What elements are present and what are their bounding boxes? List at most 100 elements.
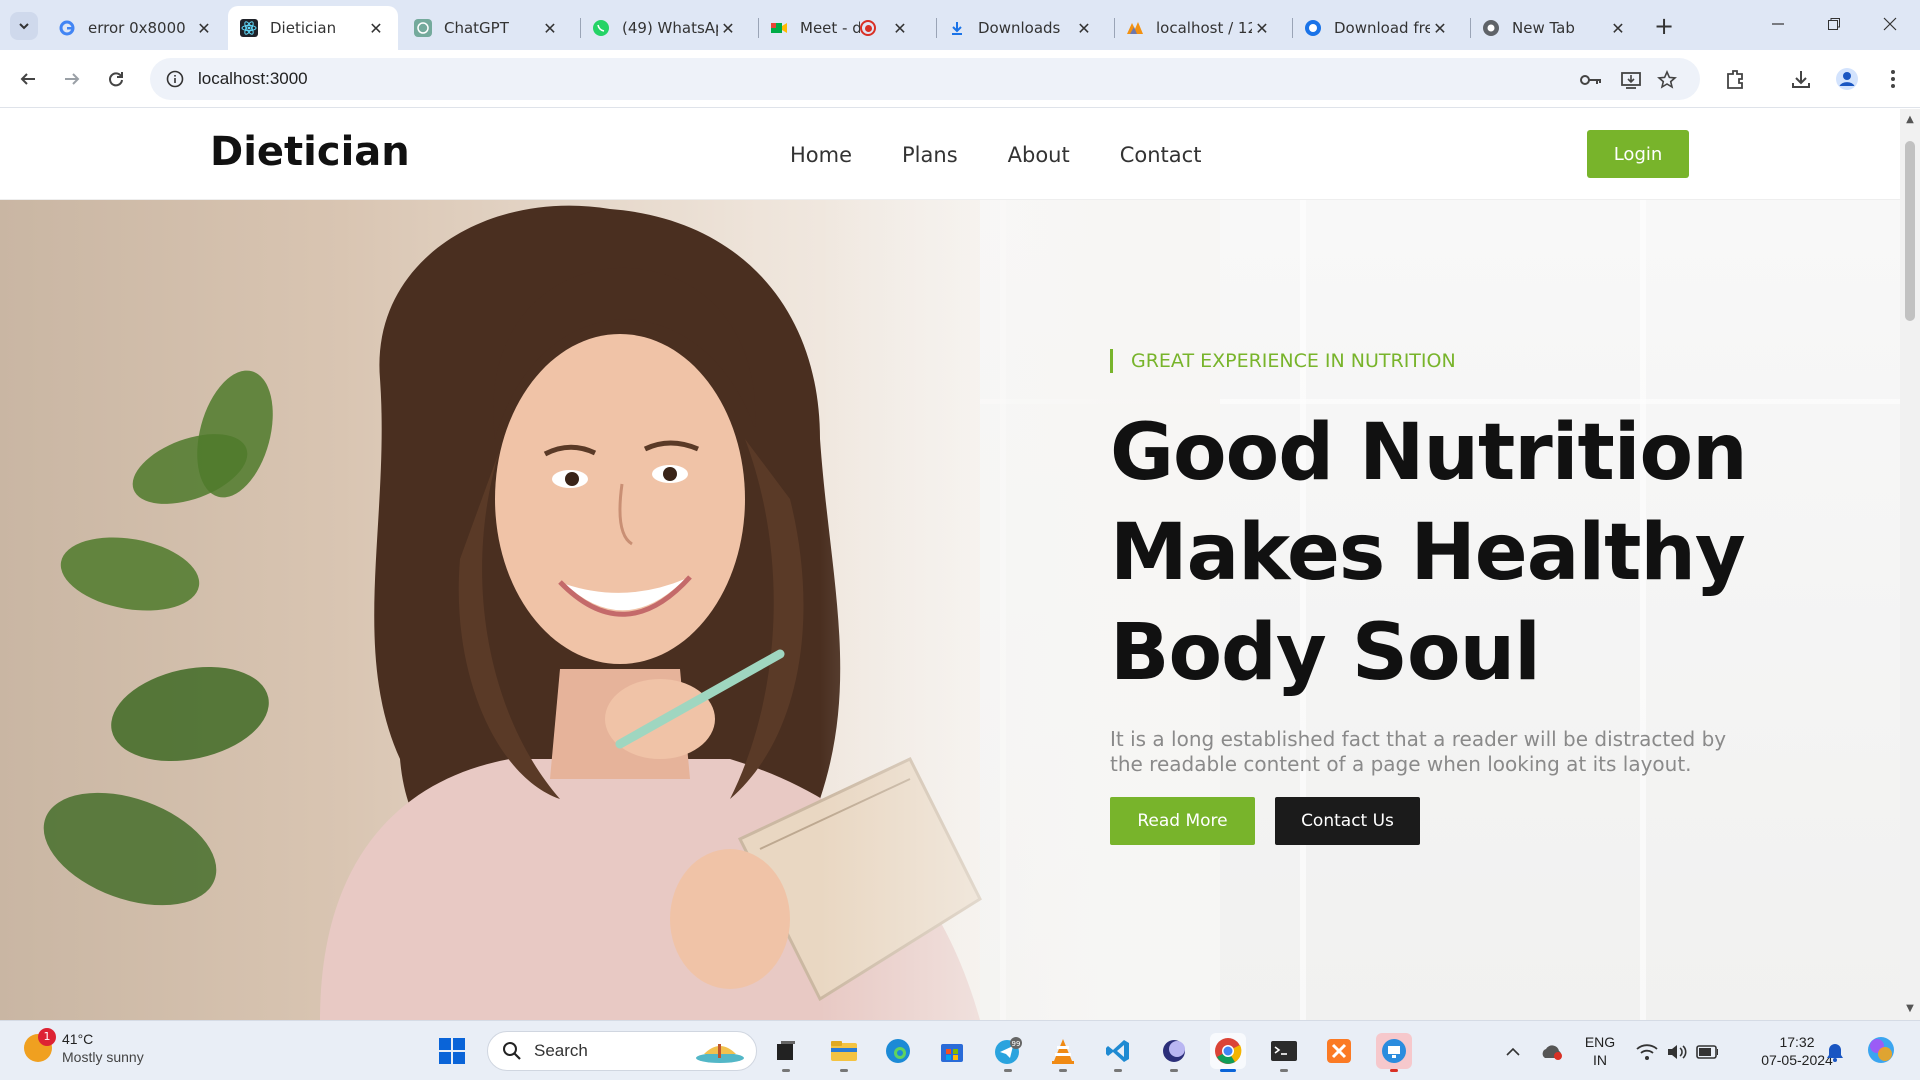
close-icon[interactable]: ✕ xyxy=(1074,18,1094,38)
terminal-app[interactable] xyxy=(1266,1033,1302,1072)
wifi-icon[interactable] xyxy=(1636,1041,1658,1063)
new-tab-button[interactable]: + xyxy=(1650,12,1678,40)
eclipse-app[interactable] xyxy=(1156,1033,1192,1072)
back-button[interactable] xyxy=(12,63,44,95)
download-icon xyxy=(948,19,966,37)
plus-icon: + xyxy=(1653,12,1675,40)
tab-separator xyxy=(1114,18,1115,38)
headline-line: Makes Healthy xyxy=(1110,508,1746,598)
tab-phpmyadmin[interactable]: localhost / 12 ✕ xyxy=(1114,6,1284,50)
google-icon xyxy=(58,19,76,37)
close-icon[interactable]: ✕ xyxy=(1252,18,1272,38)
start-button[interactable] xyxy=(434,1033,470,1069)
volume-icon[interactable] xyxy=(1666,1041,1688,1063)
edge-browser-icon xyxy=(886,1039,910,1063)
sun-weather-icon: 1 xyxy=(24,1028,56,1062)
file-explorer-app[interactable] xyxy=(826,1033,862,1072)
telegram-app[interactable]: 99 xyxy=(990,1033,1026,1072)
store-app[interactable] xyxy=(934,1033,970,1069)
site-header: Dietician Home Plans About Contact Login xyxy=(0,109,1900,199)
more-menu-icon[interactable] xyxy=(1880,66,1906,92)
close-icon[interactable]: ✕ xyxy=(540,18,560,38)
close-icon[interactable]: ✕ xyxy=(1430,18,1450,38)
browser-toolbar: localhost:3000 xyxy=(0,50,1920,108)
close-icon[interactable]: ✕ xyxy=(718,18,738,38)
copilot-icon[interactable] xyxy=(1866,1035,1896,1065)
language-indicator[interactable]: ENG IN xyxy=(1582,1033,1618,1069)
chatgpt-icon xyxy=(414,19,432,37)
search-icon xyxy=(503,1042,521,1060)
site-logo[interactable]: Dietician xyxy=(210,129,410,175)
onedrive-icon[interactable] xyxy=(1540,1041,1562,1063)
profile-avatar-icon[interactable] xyxy=(1834,66,1860,92)
plant-leaf xyxy=(54,527,206,621)
close-icon[interactable]: ✕ xyxy=(366,18,386,38)
recording-icon xyxy=(860,20,876,36)
close-icon[interactable]: ✕ xyxy=(890,18,910,38)
running-indicator xyxy=(1004,1069,1012,1072)
page-scrollbar[interactable]: ▲ ▼ xyxy=(1900,109,1920,1020)
edge-app[interactable] xyxy=(880,1033,916,1069)
notification-bell-icon[interactable] xyxy=(1824,1041,1846,1063)
tab-whatsapp[interactable]: (49) WhatsAp ✕ xyxy=(580,6,750,50)
telegram-badge: 99 xyxy=(1012,1040,1021,1048)
password-key-icon[interactable] xyxy=(1580,69,1602,91)
headline-line: Good Nutrition xyxy=(1110,408,1748,498)
xampp-app[interactable] xyxy=(1321,1033,1357,1069)
vlc-app[interactable] xyxy=(1045,1033,1081,1072)
nav-plans[interactable]: Plans xyxy=(902,143,958,167)
whatsapp-icon xyxy=(592,19,610,37)
scrollbar-thumb[interactable] xyxy=(1905,141,1915,321)
screen-share-icon xyxy=(1382,1039,1406,1063)
remote-app[interactable] xyxy=(1376,1033,1412,1072)
battery-icon[interactable] xyxy=(1696,1041,1718,1063)
extensions-icon[interactable] xyxy=(1722,66,1748,92)
scroll-down-arrow-icon[interactable]: ▼ xyxy=(1905,1004,1915,1014)
minimize-icon xyxy=(1772,23,1784,25)
nav-home[interactable]: Home xyxy=(790,143,852,167)
read-more-button[interactable]: Read More xyxy=(1110,797,1255,845)
tab-chatgpt[interactable]: ChatGPT ✕ xyxy=(402,6,572,50)
close-window-button[interactable] xyxy=(1870,8,1910,40)
taskbar-search[interactable]: Search xyxy=(487,1031,757,1071)
chrome-app[interactable] xyxy=(1210,1033,1246,1072)
tab-error[interactable]: error 0x8000 ✕ xyxy=(46,6,226,50)
tab-search-button[interactable] xyxy=(10,12,38,40)
close-icon[interactable]: ✕ xyxy=(194,18,214,38)
vlc-cone-icon xyxy=(1052,1039,1074,1064)
tab-new-tab[interactable]: New Tab ✕ xyxy=(1470,6,1640,50)
restore-button[interactable] xyxy=(1814,8,1854,40)
minimize-button[interactable] xyxy=(1758,8,1798,40)
plant-leaf xyxy=(102,653,278,775)
login-button[interactable]: Login xyxy=(1587,130,1689,178)
forward-button[interactable] xyxy=(56,63,88,95)
tab-download-free[interactable]: Download fre ✕ xyxy=(1292,6,1462,50)
arrow-left-icon xyxy=(20,73,35,85)
close-icon[interactable]: ✕ xyxy=(1608,18,1628,38)
tab-title: ChatGPT xyxy=(444,19,509,37)
contact-us-button[interactable]: Contact Us xyxy=(1275,797,1420,845)
task-view-icon xyxy=(777,1041,795,1060)
tab-downloads[interactable]: Downloads ✕ xyxy=(936,6,1106,50)
tab-meet[interactable]: Meet - d ✕ xyxy=(758,6,928,50)
phpmyadmin-icon xyxy=(1126,19,1144,37)
scroll-up-arrow-icon[interactable]: ▲ xyxy=(1905,115,1915,125)
info-icon[interactable] xyxy=(166,70,184,88)
bookmark-star-icon[interactable] xyxy=(1656,69,1678,91)
running-indicator xyxy=(1170,1069,1178,1072)
chevron-up-icon[interactable] xyxy=(1502,1041,1524,1063)
browser-tab-bar: error 0x8000 ✕ Dietician ✕ ChatGPT ✕ (49… xyxy=(0,0,1920,50)
reload-button[interactable] xyxy=(100,63,132,95)
weather-widget[interactable]: 1 41°C Mostly sunny xyxy=(24,1028,144,1066)
language-line: ENG xyxy=(1584,1034,1616,1050)
tab-dietician[interactable]: Dietician ✕ xyxy=(228,6,398,50)
terminal-icon xyxy=(1271,1041,1297,1061)
nav-contact[interactable]: Contact xyxy=(1120,143,1202,167)
install-app-icon[interactable] xyxy=(1620,69,1642,91)
address-bar[interactable]: localhost:3000 xyxy=(150,58,1700,100)
tab-title: Downloads xyxy=(978,19,1061,37)
vscode-app[interactable] xyxy=(1100,1033,1136,1072)
nav-about[interactable]: About xyxy=(1008,143,1070,167)
task-view-app[interactable] xyxy=(768,1033,804,1072)
downloads-icon[interactable] xyxy=(1788,66,1814,92)
